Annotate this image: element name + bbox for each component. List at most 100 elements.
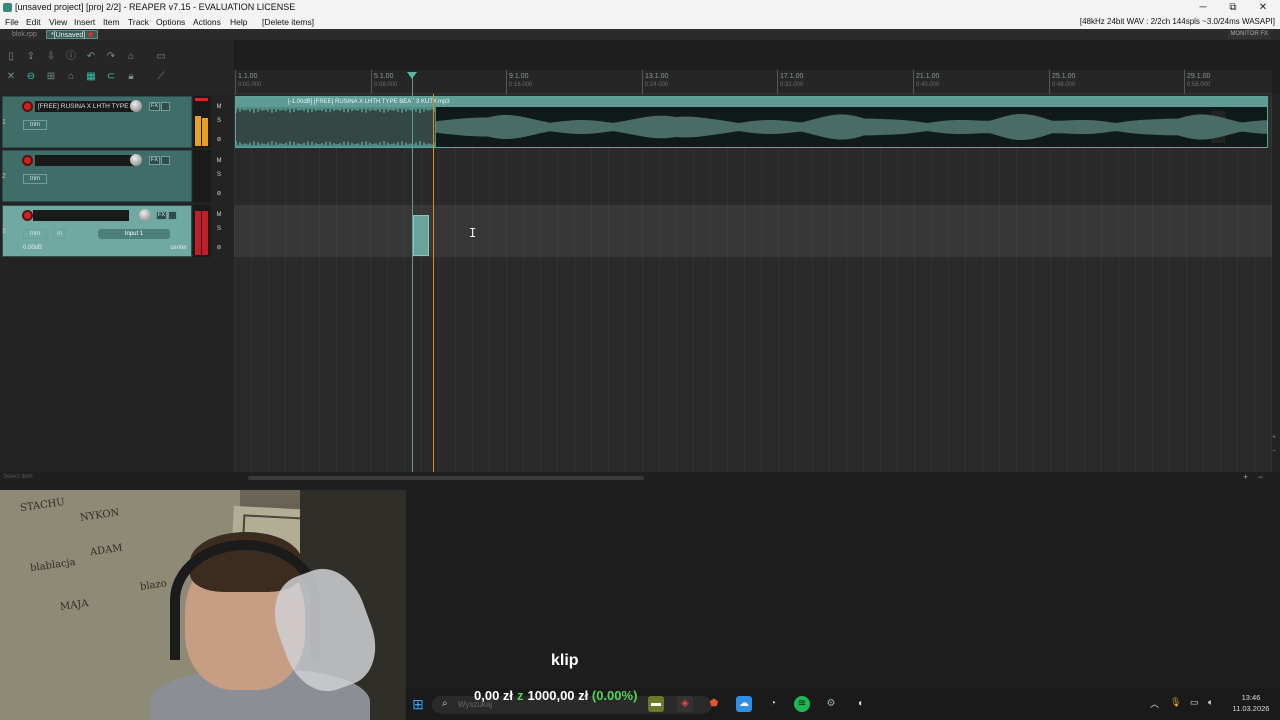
volume-icon[interactable]: 🔈︎ bbox=[1208, 697, 1213, 708]
io-icon[interactable] bbox=[161, 102, 170, 111]
track-2-header[interactable]: 2 FX trim bbox=[2, 150, 192, 202]
solo-icon[interactable]: S bbox=[214, 118, 224, 124]
new-project-icon[interactable]: ▯ bbox=[5, 51, 17, 63]
menu-file[interactable]: File bbox=[5, 15, 19, 29]
volume-knob-icon[interactable] bbox=[139, 209, 151, 221]
phase-icon[interactable]: ⊘ bbox=[214, 190, 224, 197]
phase-icon[interactable]: ⊘ bbox=[214, 244, 224, 251]
maximize-icon[interactable]: ⧉ bbox=[1218, 0, 1248, 15]
volume-knob-icon[interactable] bbox=[130, 100, 142, 112]
menu-options[interactable]: Options bbox=[156, 15, 185, 29]
grid-icon[interactable]: ▦ bbox=[85, 71, 97, 83]
record-arm-icon[interactable] bbox=[22, 101, 33, 112]
close-icon[interactable]: ✕ bbox=[1248, 0, 1278, 15]
monitor-fx-button[interactable]: MONITOR FX bbox=[1228, 30, 1270, 39]
track-name-field[interactable] bbox=[33, 210, 129, 221]
menu-view[interactable]: View bbox=[49, 15, 67, 29]
track-2-lane[interactable] bbox=[234, 150, 1272, 202]
automation-trim-button[interactable]: trim bbox=[23, 174, 47, 184]
track-3-lane[interactable] bbox=[234, 205, 1272, 257]
audio-item[interactable]: [-1.00dB] [FREE] RUSINA X LHTH TYPE BEAT… bbox=[235, 96, 1268, 148]
reaper-taskbar-icon[interactable]: ◔ bbox=[765, 696, 781, 712]
track-name-field[interactable] bbox=[35, 155, 135, 166]
menu-track[interactable]: Track bbox=[128, 15, 149, 29]
io-icon[interactable] bbox=[168, 211, 177, 220]
item-grouping-icon[interactable]: ⌂ bbox=[65, 71, 77, 83]
settings-gear-icon[interactable]: ⚙ bbox=[823, 696, 839, 712]
waveform-highlight-path bbox=[435, 114, 1267, 140]
recording-item[interactable] bbox=[413, 215, 429, 256]
mute-icon[interactable]: M bbox=[214, 104, 224, 110]
auto-crossfade-icon[interactable]: ✕ bbox=[5, 71, 17, 83]
network-icon[interactable]: ▭ bbox=[1190, 697, 1199, 708]
automation-trim-button[interactable]: trim bbox=[23, 120, 47, 130]
microphone-icon[interactable]: 🎙︎ bbox=[1170, 697, 1181, 708]
zoom-out-icon[interactable]: − bbox=[1272, 448, 1276, 455]
zoom-in-icon[interactable]: + bbox=[1272, 434, 1276, 441]
open-project-icon[interactable]: ⇪ bbox=[25, 51, 37, 63]
ripple-edit-icon[interactable]: ⊞ bbox=[45, 71, 57, 83]
meter-right bbox=[202, 211, 208, 255]
menu-actions[interactable]: Actions bbox=[193, 15, 221, 29]
solo-icon[interactable]: S bbox=[214, 172, 224, 178]
envelope-icon[interactable]: ⟋ bbox=[155, 71, 167, 83]
windows-start-icon[interactable]: ⊞ bbox=[410, 696, 426, 712]
menu-insert[interactable]: Insert bbox=[74, 15, 95, 29]
automation-trim-button[interactable]: trim bbox=[23, 229, 47, 239]
undo-icon[interactable]: ↶ bbox=[85, 51, 97, 63]
menu-item[interactable]: Item bbox=[103, 15, 120, 29]
horizontal-scroll-area bbox=[0, 472, 1280, 490]
menu-edit[interactable]: Edit bbox=[26, 15, 41, 29]
redo-icon[interactable]: ↷ bbox=[105, 51, 117, 63]
zoom-out-icon[interactable]: − bbox=[1258, 472, 1263, 482]
volume-knob-icon[interactable] bbox=[130, 154, 142, 166]
tray-chevron-icon[interactable]: ︿ bbox=[1150, 697, 1159, 710]
clock-date: 11.03.2026 bbox=[1232, 704, 1270, 713]
arrange-view[interactable] bbox=[234, 94, 1272, 472]
track-3-header[interactable]: 3 FX trim in Input 1 0.00dB center bbox=[2, 205, 192, 257]
metronome-icon[interactable]: ⌂ bbox=[125, 51, 137, 63]
project-tab-unsaved[interactable]: *[Unsaved] bbox=[46, 30, 99, 39]
brave-icon[interactable]: ⬟ bbox=[706, 696, 722, 712]
fx-button[interactable]: FX bbox=[149, 156, 160, 165]
fx-button[interactable]: FX bbox=[156, 211, 167, 220]
record-input-select[interactable]: Input 1 bbox=[98, 229, 170, 239]
toolbar-blank-icon[interactable]: ▭ bbox=[155, 51, 167, 63]
menu-help[interactable]: Help bbox=[230, 15, 247, 29]
save-project-icon[interactable]: ⇩ bbox=[45, 51, 57, 63]
browser-icon[interactable]: ◈ bbox=[677, 696, 693, 712]
track-1-header[interactable]: 1 [FREE] RUSINA X LHTH TYPE FX trim bbox=[2, 96, 192, 148]
spotify-icon[interactable]: ≋ bbox=[794, 696, 810, 712]
close-tab-icon[interactable] bbox=[88, 32, 94, 37]
trim-behind-icon[interactable]: ⊖ bbox=[25, 71, 37, 83]
record-arm-icon[interactable] bbox=[22, 155, 33, 166]
horizontal-scrollbar[interactable] bbox=[248, 476, 644, 480]
monitor-input-button[interactable]: in bbox=[53, 229, 66, 239]
taskbar-clock[interactable]: 13:46 11.03.2026 bbox=[1226, 692, 1276, 714]
cloud-app-icon[interactable]: ☁ bbox=[736, 696, 752, 712]
play-cursor bbox=[433, 94, 434, 472]
lock-icon[interactable]: 🔒︎ bbox=[125, 71, 137, 83]
mute-icon[interactable]: M bbox=[214, 158, 224, 164]
file-explorer-icon[interactable]: ▬ bbox=[648, 696, 664, 712]
timeline-ruler[interactable]: 1.1.00 0:00.000 5.1.00 0:08.000 9.1.00 0:16… bbox=[234, 70, 1272, 94]
project-settings-icon[interactable]: ⓘ bbox=[65, 51, 77, 63]
snap-icon[interactable]: ⊂ bbox=[105, 71, 117, 83]
pan-readout: center bbox=[170, 245, 187, 251]
phase-icon[interactable]: ⊘ bbox=[214, 136, 224, 143]
zoom-in-icon[interactable]: + bbox=[1243, 472, 1248, 482]
mute-icon[interactable]: M bbox=[214, 212, 224, 218]
project-tab-blok[interactable]: blok.rpp bbox=[12, 29, 37, 40]
edit-cursor-handle-icon[interactable] bbox=[407, 72, 417, 79]
audio-device-status[interactable]: [48kHz 24bit WAV : 2/2ch 144spls ~3.0/24… bbox=[1080, 15, 1275, 29]
menu-delete-items[interactable]: [Delete items] bbox=[262, 15, 314, 29]
app-taskbar-icon[interactable]: ◖ bbox=[852, 696, 868, 712]
edit-cursor[interactable] bbox=[412, 74, 413, 472]
vertical-scrollbar[interactable]: + − bbox=[1272, 94, 1280, 472]
minimize-icon[interactable]: ─ bbox=[1188, 0, 1218, 15]
io-icon[interactable] bbox=[161, 156, 170, 165]
solo-icon[interactable]: S bbox=[214, 226, 224, 232]
track-name-field[interactable]: [FREE] RUSINA X LHTH TYPE bbox=[35, 101, 135, 112]
record-arm-icon[interactable] bbox=[22, 210, 33, 221]
fx-button[interactable]: FX bbox=[149, 102, 160, 111]
